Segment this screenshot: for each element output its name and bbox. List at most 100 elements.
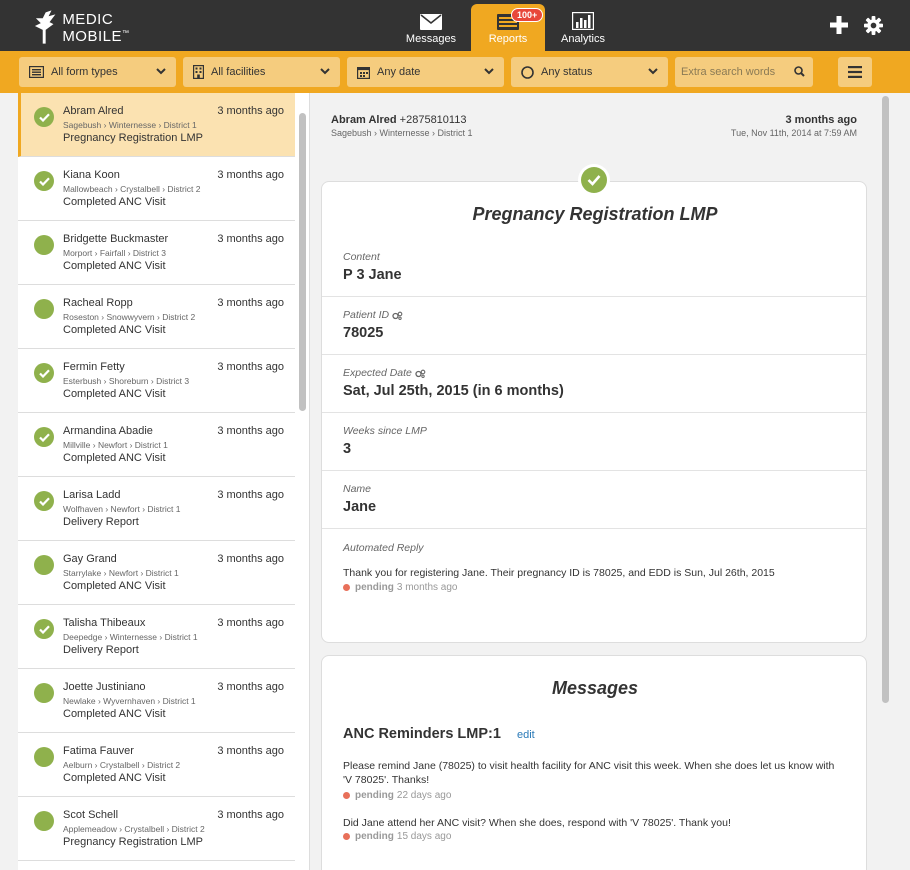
report-contact-name: Fatima Fauver <box>63 745 134 757</box>
report-list-item[interactable]: Armandina Abadie Millville › Newfort › Di… <box>18 413 295 477</box>
scheduled-message: Please remind Jane (78025) to visit heal… <box>343 760 835 786</box>
report-contact-name: Joette Justiniano <box>63 681 146 693</box>
report-form-name: Completed ANC Visit <box>63 196 166 208</box>
report-contact-place: Newlake › Wyvernhaven › District 1 <box>63 696 196 706</box>
field-label-text: Patient ID <box>343 309 390 321</box>
search-icon[interactable] <box>794 66 805 77</box>
computed-field-icon <box>392 311 403 320</box>
report-time: 3 months ago <box>217 617 284 629</box>
status-dot <box>34 491 54 511</box>
message-group-title: ANC Reminders LMP:1 <box>343 726 501 742</box>
status-dot <box>34 619 54 639</box>
chevron-down-icon <box>484 68 494 75</box>
report-list-scrollbar[interactable] <box>299 113 306 411</box>
report-contact-place: Deepedge › Winternesse › District 1 <box>63 632 198 642</box>
sender-name: Abram Alred <box>331 114 397 126</box>
report-form-name: Delivery Report <box>63 516 139 528</box>
report-form-name: Pregnancy Registration LMP <box>63 132 204 144</box>
checkmark-icon <box>38 432 50 442</box>
logo-text: MEDIC MOBILE <box>62 11 122 45</box>
report-contact-place: Sagebush › Winternesse › District 1 <box>63 120 197 130</box>
date-filter[interactable]: Any date <box>347 57 504 87</box>
tab-messages[interactable]: Messages <box>394 4 468 51</box>
report-form-name: Completed ANC Visit <box>63 708 166 720</box>
report-contact-place: Millville › Newfort › District 1 <box>63 440 168 450</box>
report-contact-name: Scot Schell <box>63 809 119 821</box>
tab-analytics-label: Analytics <box>560 33 606 45</box>
report-list-item[interactable]: Fermin Fetty Esterbush › Shoreburn › Dist… <box>18 349 295 413</box>
report-form-name: Pregnancy Registration LMP <box>63 836 204 848</box>
pending-dot-icon <box>343 584 350 591</box>
report-list-item[interactable]: Kiana Koon Mallowbeach › Crystalbell › Di… <box>18 157 295 221</box>
messages-title: Messages <box>551 678 639 698</box>
report-list-item[interactable]: Talisha Thibeaux Deepedge › Winternesse ›… <box>18 605 295 669</box>
app-header: MEDIC MOBILE™ Messages Reports 100+ Anal… <box>0 0 910 51</box>
report-form-name: Completed ANC Visit <box>63 388 166 400</box>
report-contact-place: Aelburn › Crystalbell › District 2 <box>63 760 181 770</box>
report-list-item[interactable]: Joette Justiniano Newlake › Wyvernhaven ›… <box>18 669 295 733</box>
medic-mobile-logo[interactable]: MEDIC MOBILE™ <box>32 6 182 48</box>
report-list-item[interactable]: Abram Alred Sagebush › Winternesse › Dist… <box>18 93 295 157</box>
status-dot <box>34 747 54 767</box>
field-label: Expected Date <box>343 367 426 379</box>
logo-tm: ™ <box>122 30 130 37</box>
report-time: 3 months ago <box>217 745 284 757</box>
reports-count-badge: 100+ <box>511 8 544 22</box>
field-value: Jane <box>343 499 377 515</box>
facility-filter[interactable]: All facilities <box>183 57 340 87</box>
report-field: Name Jane <box>322 471 866 529</box>
report-contact-name: Bridgette Buckmaster <box>63 233 169 245</box>
report-field: Weeks since LMP 3 <box>322 413 866 471</box>
checkmark-icon <box>38 112 50 122</box>
hamburger-icon <box>848 66 862 78</box>
chevron-down-icon <box>648 68 658 75</box>
report-list-item[interactable]: Fatima Fauver Aelburn › Crystalbell › Dis… <box>18 733 295 797</box>
report-list-item[interactable]: Racheal Ropp Roseston › Snowwyvern › Dist… <box>18 285 295 349</box>
report-list-item[interactable]: Gay Grand Starrylake › Newfort › District… <box>18 541 295 605</box>
reply-status: pending 3 months ago <box>343 582 458 593</box>
status-dot <box>34 427 54 447</box>
tab-reports[interactable]: Reports 100+ <box>471 4 545 51</box>
message-status-time: 15 days ago <box>396 831 452 842</box>
status-dot <box>34 107 54 127</box>
chevron-down-icon <box>156 68 166 75</box>
edit-link[interactable]: edit <box>517 729 535 741</box>
plus-icon[interactable] <box>830 16 848 34</box>
automated-reply-text: Thank you for registering Jane. Their pr… <box>343 567 775 579</box>
field-label-text: Expected Date <box>343 367 412 379</box>
gear-icon[interactable] <box>864 16 883 35</box>
report-contact-name: Fermin Fetty <box>63 361 125 373</box>
facility-filter-label: All facilities <box>211 66 266 78</box>
field-label: Content <box>343 251 380 263</box>
menu-button[interactable] <box>838 57 872 87</box>
report-list-item[interactable]: Larisa Ladd Wolfhaven › Newfort › Distric… <box>18 477 295 541</box>
building-icon <box>193 65 204 79</box>
field-label: Name <box>343 483 371 495</box>
report-time: 3 months ago <box>217 553 284 565</box>
verified-badge <box>578 164 610 196</box>
field-value: 3 <box>343 441 352 457</box>
search-input[interactable] <box>681 64 791 80</box>
message-status-label: pending <box>355 831 394 842</box>
report-list-item[interactable]: Bridgette Buckmaster Morport › Fairfall ›… <box>18 221 295 285</box>
report-field: Expected Date Sat, Jul 25th, 2015 (in 6 m… <box>322 355 866 413</box>
report-list-item[interactable]: Scot Schell Applemeadow › Crystalbell › D… <box>18 797 295 861</box>
report-form-name: Completed ANC Visit <box>63 772 166 784</box>
report-contact-name: Larisa Ladd <box>63 489 121 501</box>
report-form-name: Delivery Report <box>63 644 139 656</box>
report-contact-name: Talisha Thibeaux <box>63 617 146 629</box>
report-detail: Abram Alred +2875810113 Sagebush › Winte… <box>309 93 910 870</box>
report-contact-name: Kiana Koon <box>63 169 120 181</box>
report-time: 3 months ago <box>217 489 284 501</box>
status-filter-label: Any status <box>541 66 593 78</box>
form-type-filter[interactable]: All form types <box>19 57 176 87</box>
sender-info: Abram Alred +2875810113 <box>331 114 466 126</box>
report-time: 3 months ago <box>217 169 284 181</box>
report-form-name: Completed ANC Visit <box>63 452 166 464</box>
field-label: Patient ID <box>343 309 403 321</box>
detail-scrollbar[interactable] <box>882 96 889 703</box>
tab-analytics[interactable]: Analytics <box>546 4 620 51</box>
status-filter[interactable]: Any status <box>511 57 668 87</box>
report-time: 3 months ago <box>217 297 284 309</box>
report-form-name: Completed ANC Visit <box>63 580 166 592</box>
